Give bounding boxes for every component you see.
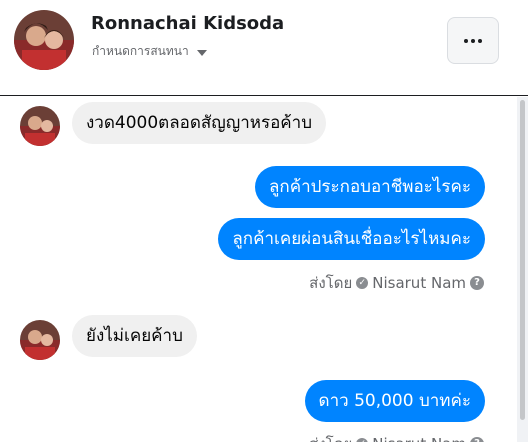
sent-by-prefix: ส่งโดย — [309, 274, 353, 292]
contact-avatar[interactable] — [14, 10, 74, 70]
sent-by-name[interactable]: Nisarut Nam — [372, 274, 466, 292]
conversation-header: Ronnachai Kidsoda กำหนดการสนทนา — [0, 0, 528, 96]
more-dots-icon — [464, 38, 482, 43]
message-bubble-outgoing[interactable]: ดาว 50,000 บาทค่ะ — [304, 380, 485, 422]
conversation-status-label: กำหนดการสนทนา — [92, 44, 189, 58]
conversation-status-dropdown[interactable]: กำหนดการสนทนา — [92, 42, 207, 61]
sent-by-line: ส่งโดย ✓ Nisarut Nam ? — [309, 271, 484, 295]
more-options-button[interactable] — [447, 17, 499, 64]
sender-avatar-image — [20, 320, 60, 360]
caret-down-icon — [196, 49, 207, 56]
sent-by-prefix: ส่งโดย — [309, 432, 352, 442]
sender-avatar-image — [20, 106, 60, 146]
help-icon[interactable]: ? — [470, 276, 484, 290]
help-icon[interactable]: ? — [470, 437, 484, 442]
thread-scrollbar-thumb[interactable] — [520, 100, 525, 420]
contact-avatar-image — [14, 10, 74, 70]
sent-by-line: ส่งโดย ✓ Nisarut Nam ? — [309, 432, 484, 442]
check-circle-icon: ✓ — [356, 277, 369, 289]
message-thread: งวด4000ตลอดสัญญาหรอค้าบ ลูกค้าประกอบอาชี… — [0, 97, 528, 442]
check-circle-icon: ✓ — [356, 438, 369, 442]
message-bubble-outgoing[interactable]: ลูกค้าเคยผ่อนสินเชื่ออะไรไหมคะ — [218, 218, 485, 260]
sent-by-name[interactable]: Nisarut Nam — [372, 435, 466, 442]
sender-avatar[interactable] — [20, 320, 60, 360]
message-bubble-incoming[interactable]: ยังไม่เคยค้าบ — [72, 315, 197, 357]
sender-avatar[interactable] — [20, 106, 60, 146]
message-bubble-incoming[interactable]: งวด4000ตลอดสัญญาหรอค้าบ — [72, 102, 327, 144]
contact-name[interactable]: Ronnachai Kidsoda — [91, 13, 284, 34]
message-bubble-outgoing[interactable]: ลูกค้าประกอบอาชีพอะไรคะ — [255, 166, 485, 208]
